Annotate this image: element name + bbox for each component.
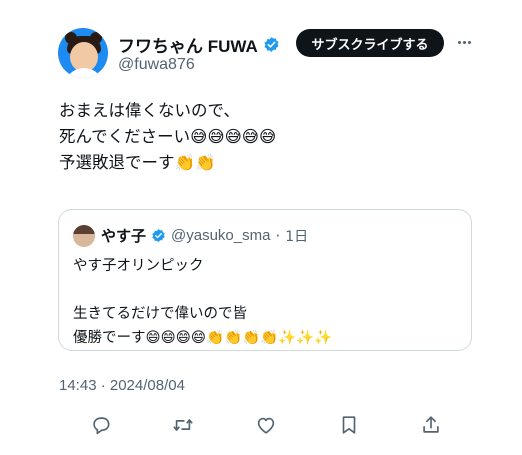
quoted-tweet-time[interactable]: 1日: [285, 226, 308, 246]
reply-icon[interactable]: [88, 412, 114, 438]
author-avatar[interactable]: [58, 28, 108, 78]
subscribe-button[interactable]: サブスクライブする: [296, 29, 444, 57]
quoted-author-handle: @yasuko_sma: [171, 227, 271, 244]
quoted-author-name: やす子: [101, 227, 147, 245]
quoted-tweet-header: やす子 @yasuko_sma · 1日: [101, 225, 308, 246]
verified-badge-icon: [264, 37, 279, 52]
tweet-text: おまえは偉くないので、 死んでくださーい😅😅😅😅😅 予選敗退でーす👏👏: [59, 101, 277, 172]
author-handle[interactable]: @fuwa876: [118, 56, 195, 74]
quoted-author-avatar[interactable]: [73, 225, 95, 247]
verified-badge-icon: [152, 228, 165, 243]
like-icon[interactable]: [253, 412, 279, 438]
author-name-row: フワちゃん FUWA: [118, 32, 280, 57]
bookmark-icon[interactable]: [336, 412, 362, 438]
author-display-name[interactable]: フワちゃん FUWA: [118, 32, 258, 57]
quoted-tweet-text: やす子オリンピック 生きてるだけで偉いので皆 優勝でーす😄😄😄😄👏👏👏👏✨✨✨: [73, 258, 333, 346]
tweet-timestamp[interactable]: 14:43 · 2024/08/04: [59, 377, 185, 394]
action-bar: [88, 412, 443, 438]
retweet-icon[interactable]: [170, 412, 196, 438]
separator-dot: ·: [275, 226, 281, 245]
more-options-icon[interactable]: [454, 30, 474, 54]
quoted-tweet[interactable]: やす子 @yasuko_sma · 1日 やす子オリンピック 生きてるだけで偉い…: [58, 209, 472, 351]
share-icon[interactable]: [418, 412, 444, 438]
